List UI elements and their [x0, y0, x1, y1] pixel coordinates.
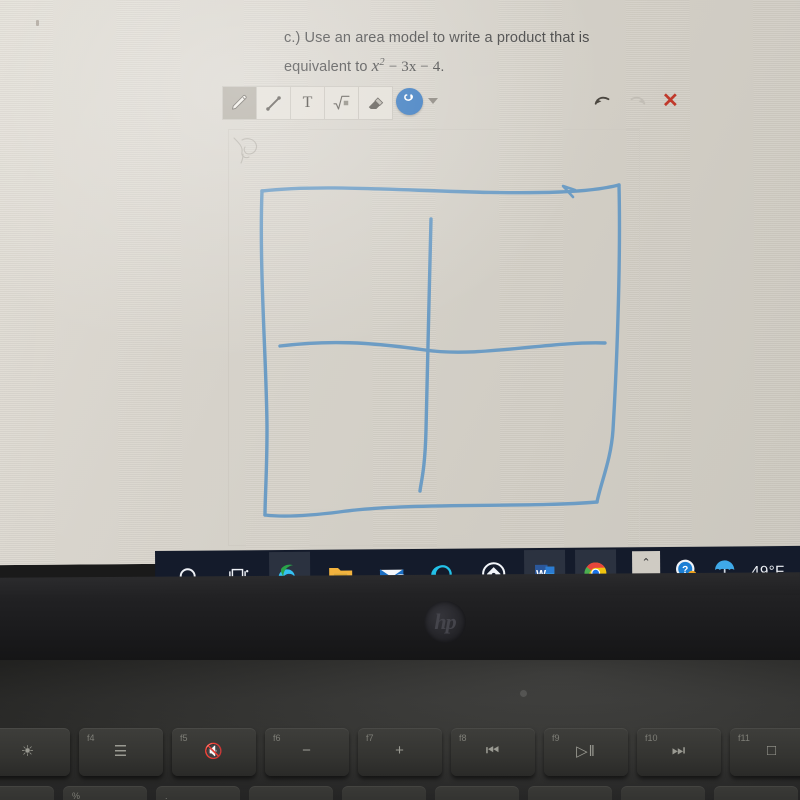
key-display-switch[interactable]: f11 □: [730, 728, 800, 776]
hp-logo: hp: [424, 601, 466, 643]
key-previous-track[interactable]: f8 ⏮: [451, 728, 535, 776]
pencil-tool[interactable]: [223, 87, 257, 119]
key-brightness-up[interactable]: ☀: [0, 728, 70, 776]
next-track-icon: ⏭: [671, 742, 687, 759]
pencil-icon: [230, 94, 249, 113]
tool-group: T: [222, 86, 393, 120]
document-area: c.) Use an area model to write a product…: [0, 0, 800, 552]
equation-tool[interactable]: [325, 87, 359, 119]
key-label: %: [72, 791, 81, 800]
function-key-row: ☀ f4 ☰ f5 🔇 f6 − f7 + f8 ⏮ f9 ▷‖ f10 ⏭ f…: [0, 728, 800, 784]
key-misc2[interactable]: [342, 786, 426, 800]
key-play-pause[interactable]: f9 ▷‖: [544, 728, 628, 776]
backlight-icon: ☰: [113, 743, 129, 760]
text-tool[interactable]: T: [291, 87, 325, 119]
brightness-icon: ☀: [20, 743, 36, 760]
key-keyboard-backlight[interactable]: f4 ☰: [79, 728, 163, 776]
line-tool[interactable]: [257, 87, 291, 119]
close-button[interactable]: ✕: [662, 90, 679, 112]
mute-icon: 🔇: [204, 743, 224, 760]
key-percent[interactable]: %: [63, 786, 147, 800]
key-dot[interactable]: .: [156, 786, 240, 800]
text-icon: T: [302, 94, 313, 111]
chevron-down-icon[interactable]: [428, 98, 438, 104]
question-prefix: equivalent to: [284, 58, 368, 75]
drawing-canvas[interactable]: [228, 129, 640, 546]
question-text: c.) Use an area model to write a product…: [284, 26, 614, 79]
eraser-tool[interactable]: [359, 87, 392, 119]
radical-icon: [332, 94, 351, 112]
key-misc3[interactable]: [435, 786, 519, 800]
ink-stroke-icon: [402, 91, 418, 112]
laptop-photo: c.) Use an area model to write a product…: [0, 0, 800, 800]
number-key-row: c % .: [0, 786, 800, 800]
question-line-1: c.) Use an area model to write a product…: [284, 30, 590, 46]
redo-icon: [630, 96, 646, 105]
key-volume-up[interactable]: f7 +: [358, 728, 442, 776]
ink-color-button[interactable]: [396, 88, 423, 115]
pencil-doodle: [233, 137, 258, 164]
display-switch-icon: □: [766, 742, 778, 759]
screen-bezel: [0, 595, 800, 665]
key-misc5[interactable]: [621, 786, 705, 800]
line-icon: [264, 94, 283, 113]
previous-track-icon: ⏮: [485, 742, 501, 759]
key-misc6[interactable]: [714, 786, 798, 800]
drawing-toolbar: T ✕: [222, 86, 684, 120]
math-exponent: 2: [379, 57, 385, 68]
key-misc4[interactable]: [528, 786, 612, 800]
key-c[interactable]: c: [0, 786, 54, 800]
key-next-track[interactable]: f10 ⏭: [637, 728, 721, 776]
key-misc1[interactable]: [249, 786, 333, 800]
chevron-up-icon[interactable]: ⌃: [641, 556, 650, 569]
key-label: .: [165, 791, 168, 800]
volume-down-icon: −: [302, 742, 312, 759]
area-model-drawing: [259, 183, 622, 518]
eraser-icon: [366, 94, 385, 113]
volume-up-icon: +: [395, 742, 405, 759]
play-pause-icon: ▷‖: [576, 743, 596, 760]
undo-button[interactable]: [592, 90, 614, 117]
key-mute[interactable]: f5 🔇: [172, 728, 256, 776]
math-period: .: [440, 58, 445, 75]
undo-icon: [594, 96, 610, 105]
question-line-2: equivalent to x2 − 3x − 4.: [284, 51, 614, 79]
deck-speck: [520, 690, 527, 697]
redo-button[interactable]: [626, 90, 648, 117]
math-rest: − 3x − 4: [388, 58, 441, 75]
key-volume-down[interactable]: f6 −: [265, 728, 349, 776]
